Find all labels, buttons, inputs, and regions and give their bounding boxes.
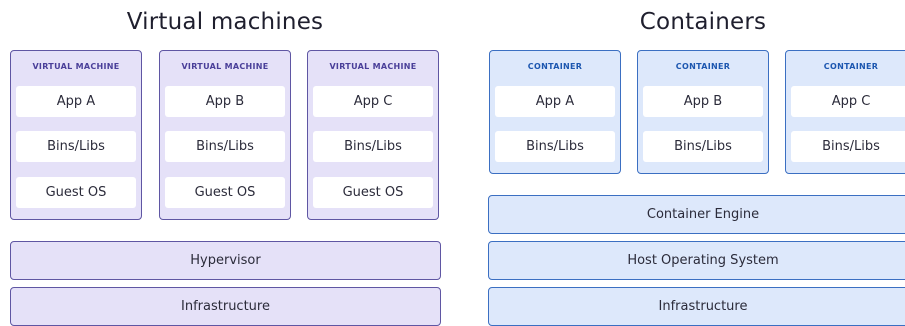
bins-libs-block: Bins/Libs <box>643 131 763 162</box>
container-label: CONTAINER <box>527 62 583 71</box>
app-a-block: App A <box>16 86 136 117</box>
bins-libs-block: Bins/Libs <box>791 131 905 162</box>
containers-panel: Containers CONTAINER App A Bins/Libs CON… <box>488 0 905 326</box>
container-box-b: CONTAINER App B Bins/Libs <box>637 50 769 174</box>
container-label: CONTAINER <box>823 62 879 71</box>
virtual-machines-panel: Virtual machines VIRTUAL MACHINE App A B… <box>0 0 450 326</box>
virtual-machine-box-b: VIRTUAL MACHINE App B Bins/Libs Guest OS <box>159 50 291 220</box>
bins-libs-block: Bins/Libs <box>495 131 615 162</box>
app-c-block: App C <box>791 86 905 117</box>
app-b-block: App B <box>165 86 285 117</box>
bins-libs-block: Bins/Libs <box>16 131 136 162</box>
container-label: CONTAINER <box>675 62 731 71</box>
container-infrastructure-layer: Infrastructure <box>488 287 905 326</box>
app-b-block: App B <box>643 86 763 117</box>
app-c-block: App C <box>313 86 433 117</box>
container-engine-layer: Container Engine <box>488 195 905 234</box>
virtual-machine-box-a: VIRTUAL MACHINE App A Bins/Libs Guest OS <box>10 50 142 220</box>
container-box-c: CONTAINER App C Bins/Libs <box>785 50 905 174</box>
virtual-machine-label: VIRTUAL MACHINE <box>32 62 120 71</box>
guest-os-block: Guest OS <box>313 177 433 208</box>
guest-os-block: Guest OS <box>16 177 136 208</box>
bins-libs-block: Bins/Libs <box>165 131 285 162</box>
guest-os-block: Guest OS <box>165 177 285 208</box>
host-operating-system-layer: Host Operating System <box>488 241 905 280</box>
virtual-machine-box-c: VIRTUAL MACHINE App C Bins/Libs Guest OS <box>307 50 439 220</box>
virtual-machine-label: VIRTUAL MACHINE <box>181 62 269 71</box>
containers-title: Containers <box>639 9 767 35</box>
app-a-block: App A <box>495 86 615 117</box>
hypervisor-layer: Hypervisor <box>10 241 441 280</box>
vm-infrastructure-layer: Infrastructure <box>10 287 441 326</box>
virtual-machines-title: Virtual machines <box>126 9 324 35</box>
container-box-a: CONTAINER App A Bins/Libs <box>489 50 621 174</box>
virtual-machine-label: VIRTUAL MACHINE <box>329 62 417 71</box>
bins-libs-block: Bins/Libs <box>313 131 433 162</box>
